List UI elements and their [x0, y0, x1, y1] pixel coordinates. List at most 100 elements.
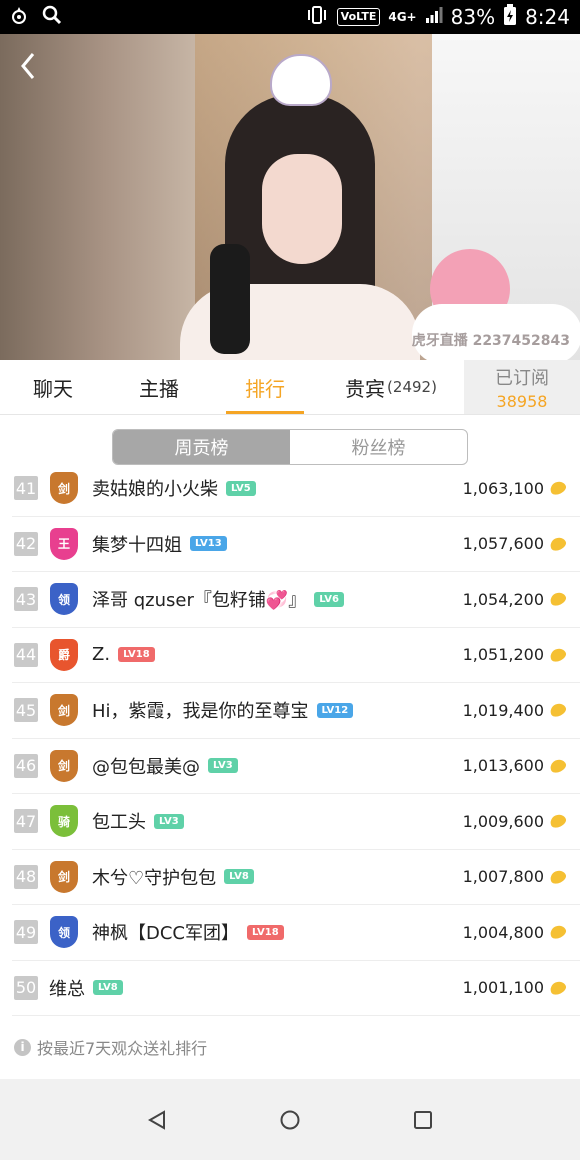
user-name-text: Z. [92, 644, 111, 666]
contribution-score: 1,007,800 [462, 867, 544, 887]
user-name: 神枫【DCC军团】 LV18 [92, 919, 284, 945]
level-badge: LV6 [314, 591, 344, 607]
level-badge: LV18 [247, 924, 284, 940]
tab-ranking[interactable]: 排行 [212, 360, 318, 414]
live-video-player[interactable]: 虎牙直播 2237452843 [0, 34, 580, 360]
tab-vip-label: 贵宾 [345, 376, 386, 401]
subscribe-button[interactable]: 已订阅 38958 [464, 360, 580, 414]
tab-chat[interactable]: 聊天 [0, 360, 106, 414]
ranking-row[interactable]: 46 剑 @包包最美@ LV3 1,013,600 [12, 739, 580, 794]
user-name: 木兮♡守护包包 LV8 [92, 864, 254, 890]
contribution-score: 1,013,600 [462, 756, 544, 776]
info-icon: i [14, 1038, 31, 1056]
clock: 8:24 [525, 5, 570, 29]
ranking-row[interactable]: 50 维总 LV8 1,001,100 [12, 961, 580, 1016]
gold-bean-icon [548, 534, 568, 553]
noble-badge-icon: 领 [50, 916, 78, 949]
room-tabs: 聊天 主播 排行 贵宾 (2492) 已订阅 38958 [0, 360, 580, 415]
ranking-row[interactable]: 49 领神枫【DCC军团】 LV18 1,004,800 [12, 905, 580, 961]
ranking-row[interactable]: 43 领泽哥 qzuser『包籽铺💞』 LV6 1,054,200 [12, 572, 580, 628]
fans-ranking-tab[interactable]: 粉丝榜 [290, 430, 467, 464]
gold-bean-icon [548, 923, 568, 942]
volte-indicator: VoLTE [336, 8, 381, 26]
user-name-text: 卖姑娘的小火柴 [92, 479, 218, 501]
user-name-text: 包工头 [92, 812, 146, 834]
footnote-text: 按最近7天观众送礼排行 [37, 1039, 208, 1058]
ranking-type-switch: 周贡榜 粉丝榜 [112, 429, 468, 465]
ranking-row[interactable]: 47 骑包工头 LV3 1,009,600 [12, 794, 580, 850]
ranking-row[interactable]: 44 爵 Z. LV18 1,051,200 [12, 628, 580, 683]
contribution-score: 1,051,200 [462, 645, 544, 665]
gold-bean-icon [548, 756, 568, 775]
vibrate-icon [305, 5, 329, 30]
user-name-text: 泽哥 qzuser『包籽铺💞』 [92, 590, 307, 612]
weekly-contribution-tab[interactable]: 周贡榜 [113, 430, 290, 464]
user-name-text: Hi，紫霞，我是你的至尊宝 [92, 701, 309, 723]
gold-bean-icon [548, 701, 568, 720]
circle-home-icon [280, 1110, 300, 1129]
level-badge: LV12 [316, 702, 354, 718]
level-badge: LV3 [154, 813, 184, 829]
gold-bean-icon [548, 978, 568, 997]
noble-badge-icon: 剑 [50, 860, 78, 893]
gold-bean-icon [548, 479, 568, 498]
rank-number: 45 [14, 698, 38, 723]
tab-vip[interactable]: 贵宾 (2492) [318, 360, 464, 414]
contribution-score: 1,001,100 [462, 978, 544, 998]
battery-percent: 83% [450, 5, 496, 29]
contribution-score: 1,054,200 [462, 589, 544, 609]
search-icon [42, 5, 62, 29]
user-name: Z. LV18 [92, 644, 155, 665]
gold-bean-icon [548, 590, 568, 609]
triangle-back-icon [147, 1109, 165, 1130]
contribution-score: 1,004,800 [462, 922, 544, 942]
noble-badge-icon: 剑 [50, 472, 78, 505]
user-name-text: 木兮♡守护包包 [92, 867, 217, 889]
nav-recents-button[interactable] [403, 1100, 443, 1140]
level-badge: LV18 [118, 647, 155, 663]
ranking-list: 41 剑卖姑娘的小火柴 LV5 1,063,100 42 王集梦十四姐 LV13 1,057,… [0, 461, 580, 1016]
battery-charging-icon [503, 3, 517, 31]
system-navigation-bar [0, 1079, 580, 1160]
user-name-text: @包包最美@ [92, 756, 200, 778]
noble-badge-icon: 剑 [50, 694, 78, 727]
network-type: 4G+ [388, 10, 417, 24]
user-name-text: 神枫【DCC军团】 [92, 923, 239, 945]
status-bar: VoLTE 4G+ 83% 8:24 [0, 0, 580, 34]
subscribe-label: 已订阅 [495, 367, 549, 389]
nav-home-button[interactable] [270, 1100, 310, 1140]
rank-number: 46 [14, 753, 38, 778]
tab-vip-count: (2492) [387, 378, 437, 396]
ranking-row[interactable]: 48 剑木兮♡守护包包 LV8 1,007,800 [12, 850, 580, 905]
user-name: 集梦十四姐 LV13 [92, 531, 227, 557]
noble-badge-icon: 剑 [50, 749, 78, 782]
ranking-row[interactable]: 42 王集梦十四姐 LV13 1,057,600 [12, 517, 580, 572]
rank-number: 42 [14, 531, 38, 556]
rank-number: 41 [14, 476, 38, 501]
level-badge: LV13 [190, 536, 227, 552]
rank-number: 48 [14, 864, 38, 889]
app-notification-icon [10, 5, 28, 29]
contribution-score: 1,057,600 [462, 534, 544, 554]
streamer-video-frame [170, 94, 430, 360]
noble-badge-icon: 领 [50, 583, 78, 616]
nav-back-button[interactable] [137, 1100, 177, 1140]
signal-icon [425, 5, 443, 29]
rank-number: 44 [14, 642, 38, 667]
rank-number: 50 [14, 975, 38, 1000]
ranking-footnote: i 按最近7天观众送礼排行 [14, 1035, 207, 1059]
user-name: 卖姑娘的小火柴 LV5 [92, 475, 256, 501]
tab-anchor[interactable]: 主播 [106, 360, 212, 414]
ranking-row[interactable]: 41 剑卖姑娘的小火柴 LV5 1,063,100 [12, 461, 580, 517]
noble-badge-icon: 王 [50, 527, 78, 560]
ranking-row[interactable]: 45 剑 Hi，紫霞，我是你的至尊宝 LV12 1,019,400 [12, 683, 580, 739]
back-button[interactable] [14, 52, 42, 80]
gold-bean-icon [548, 645, 568, 664]
level-badge: LV8 [224, 869, 254, 885]
video-watermark: 虎牙直播 2237452843 [411, 333, 570, 349]
noble-badge-icon: 骑 [50, 805, 78, 838]
user-name-text: 集梦十四姐 [92, 534, 182, 556]
square-recents-icon [414, 1110, 433, 1129]
user-name: 包工头 LV3 [92, 808, 184, 834]
level-badge: LV5 [226, 480, 256, 496]
